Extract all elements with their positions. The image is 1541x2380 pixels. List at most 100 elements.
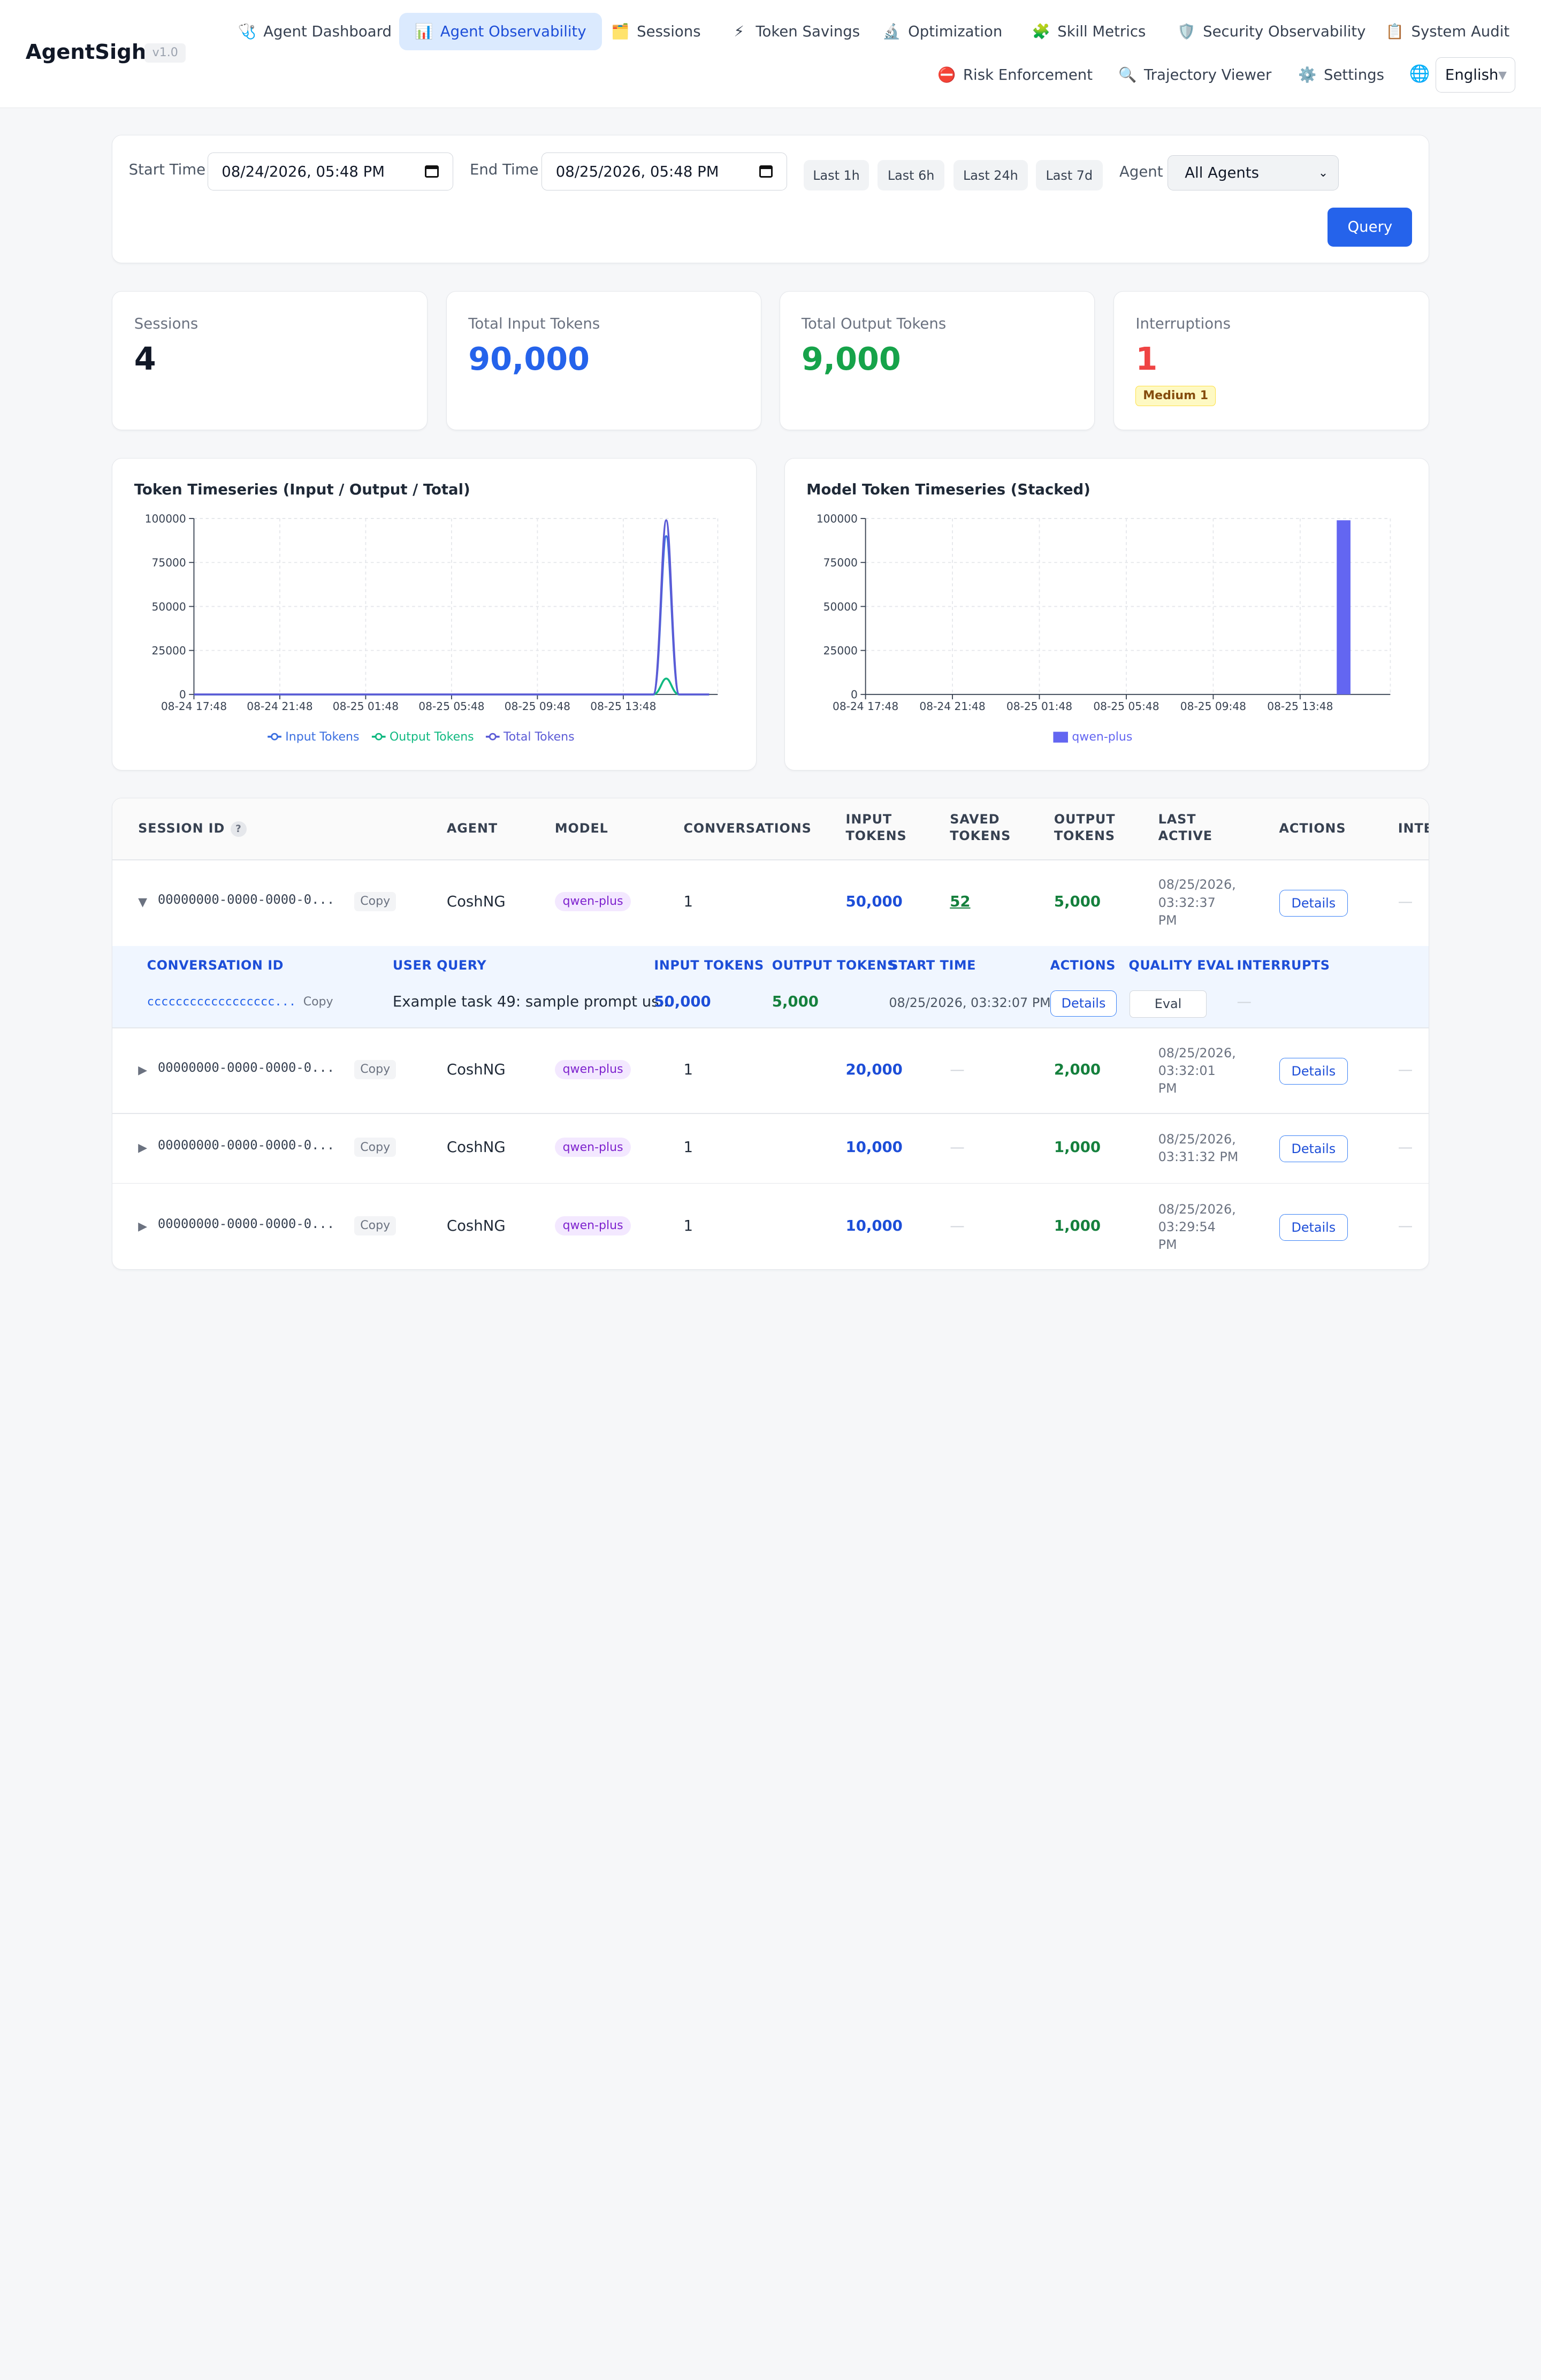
stat-label: Total Output Tokens: [801, 315, 947, 332]
collapse-arrow-icon[interactable]: ▼: [138, 896, 147, 909]
sub-col-start-time: START TIME: [889, 957, 977, 973]
puzzle-icon: 🧩: [1032, 23, 1050, 41]
x-tick-label: 08-25 09:48: [505, 700, 570, 713]
nav-security-observability[interactable]: 🛡️ Security Observability: [1162, 13, 1382, 50]
brand-title: AgentSight: [25, 40, 156, 65]
eval-button[interactable]: Eval: [1130, 990, 1207, 1018]
nav-label: Token Savings: [756, 22, 860, 40]
lightning-icon: ⚡: [734, 22, 744, 40]
stat-value: 9,000: [801, 340, 901, 378]
agent-name: CoshNG: [446, 1217, 506, 1234]
expand-arrow-icon[interactable]: ▶: [138, 1141, 147, 1155]
nav-skill-metrics[interactable]: 🧩 Skill Metrics: [1016, 13, 1162, 50]
col-saved-tokens: SAVED TOKENS: [950, 812, 1011, 844]
calendar-icon[interactable]: [759, 165, 773, 178]
details-button[interactable]: Details: [1279, 890, 1348, 917]
nav-settings[interactable]: ⚙️ Settings: [1283, 56, 1400, 94]
legend-marker: [375, 733, 383, 741]
copy-button[interactable]: Copy: [354, 891, 396, 911]
date-line: 08/25/2026,: [1158, 1045, 1236, 1061]
nav-label: Agent Observability: [440, 22, 586, 40]
calendar-icon[interactable]: [425, 165, 439, 178]
details-button[interactable]: Details: [1279, 1214, 1348, 1241]
stat-value: 1: [1135, 340, 1158, 378]
nav-sessions[interactable]: 🗂️ Sessions: [596, 13, 716, 50]
copy-button[interactable]: Copy: [354, 1216, 396, 1235]
date-line: 08/25/2026,: [1158, 1201, 1236, 1217]
y-tick-label: 50000: [152, 600, 186, 613]
agent-name: CoshNG: [446, 1138, 506, 1156]
conversation-row[interactable]: cccccccccccccccccc... Copy Example task …: [112, 983, 1428, 1023]
sub-col-output-tokens: OUTPUT TOKENS: [772, 957, 897, 973]
interrupts: —: [1398, 1217, 1413, 1234]
table-row[interactable]: ▼ 00000000-0000-0000-0... Copy CoshNG qw…: [112, 860, 1428, 946]
chevron-down-icon: ▼: [1498, 68, 1507, 81]
expand-arrow-icon[interactable]: ▶: [138, 1220, 147, 1233]
help-icon[interactable]: ?: [231, 821, 247, 837]
nav-label: System Audit: [1411, 22, 1510, 40]
sub-col-user-query: USER QUERY: [392, 957, 487, 973]
table-row[interactable]: ▶ 00000000-0000-0000-0... Copy CoshNG qw…: [112, 1184, 1428, 1269]
nav-trajectory-viewer[interactable]: 🔍 Trajectory Viewer: [1103, 56, 1287, 94]
nav-risk-enforcement[interactable]: ⛔ Risk Enforcement: [922, 56, 1109, 94]
last-24h-button[interactable]: Last 24h: [953, 160, 1028, 191]
start-time-input[interactable]: 08/24/2026, 05:48 PM: [207, 152, 453, 191]
sub-col-actions: ACTIONS: [1050, 957, 1116, 973]
query-button[interactable]: Query: [1328, 207, 1413, 247]
conversations-count: 1: [683, 1138, 693, 1156]
nav-label: Risk Enforcement: [963, 66, 1093, 83]
language-select[interactable]: English ▼: [1436, 57, 1516, 93]
stat-card-interruptions: Interruptions 1 Medium 1: [1113, 291, 1429, 431]
details-button[interactable]: Details: [1279, 1058, 1348, 1085]
last-7d-button[interactable]: Last 7d: [1035, 160, 1103, 191]
chevron-down-icon: ⌄: [1318, 166, 1329, 180]
col-agent: AGENT: [446, 820, 498, 836]
conversations-count: 1: [683, 1217, 693, 1234]
conv-details-button[interactable]: Details: [1050, 990, 1117, 1017]
last-active: 08/25/2026, 03:31:32 PM: [1158, 1131, 1239, 1166]
col-label: SESSION ID: [138, 820, 225, 836]
date-line: 08/25/2026,: [1158, 877, 1236, 892]
stat-label: Sessions: [134, 315, 199, 332]
copy-button[interactable]: Copy: [354, 1138, 396, 1157]
copy-button[interactable]: Copy: [297, 992, 339, 1011]
model-pill: qwen-plus: [554, 1216, 631, 1235]
model-timeseries-card: Model Token Timeseries (Stacked) 0 25000 5…: [784, 457, 1429, 771]
stat-card-sessions: Sessions 4: [112, 291, 428, 431]
last-6h-button[interactable]: Last 6h: [878, 160, 945, 191]
legend-label: Input Tokens: [286, 730, 360, 744]
table-row[interactable]: ▶ 00000000-0000-0000-0... Copy CoshNG qw…: [112, 1114, 1428, 1183]
table-row[interactable]: ▶ 00000000-0000-0000-0... Copy CoshNG qw…: [112, 1028, 1428, 1113]
legend-label: Total Tokens: [503, 730, 575, 744]
y-tick-label: 25000: [823, 644, 857, 657]
nav-agent-dashboard[interactable]: 🩺 Agent Dashboard: [222, 13, 407, 50]
language-value: English: [1445, 66, 1499, 83]
saved-tokens: —: [950, 1061, 965, 1078]
stat-label: Total Input Tokens: [468, 315, 600, 332]
nav-agent-observability[interactable]: 📊 Agent Observability: [399, 12, 602, 50]
output-tokens: 1,000: [1054, 1138, 1101, 1156]
model-pill: qwen-plus: [554, 1059, 631, 1079]
expand-arrow-icon[interactable]: ▶: [138, 1064, 147, 1077]
agent-select[interactable]: All Agents ⌄: [1167, 155, 1339, 191]
session-id: 00000000-0000-0000-0...: [157, 1138, 335, 1153]
stat-card-output-tokens: Total Output Tokens 9,000: [779, 291, 1095, 431]
top-header: AgentSight v1.0 🩺 Agent Dashboard 📊 Agen…: [0, 0, 1541, 109]
sub-col-interrupts: INTERRUPTS: [1237, 957, 1330, 973]
input-tokens: 10,000: [845, 1138, 903, 1156]
copy-button[interactable]: Copy: [354, 1059, 396, 1079]
col-output-tokens: OUTPUT TOKENS: [1054, 812, 1116, 844]
saved-tokens[interactable]: 52: [950, 893, 970, 910]
date-line: 03:31:32 PM: [1158, 1149, 1239, 1165]
nav-optimization[interactable]: 🔬 Optimization: [867, 13, 1018, 50]
conversation-id[interactable]: cccccccccccccccccc...: [147, 995, 296, 1009]
output-tokens: 2,000: [1054, 1061, 1101, 1078]
end-time-input[interactable]: 08/25/2026, 05:48 PM: [541, 152, 788, 191]
nav-system-audit[interactable]: 📋 System Audit: [1370, 13, 1525, 50]
output-tokens: 1,000: [1054, 1217, 1101, 1234]
last-1h-button[interactable]: Last 1h: [804, 160, 869, 191]
col-last-active: LAST ACTIVE: [1158, 812, 1213, 844]
nav-token-savings[interactable]: ⚡ Token Savings: [714, 13, 875, 50]
microscope-icon: 🔬: [882, 23, 901, 41]
details-button[interactable]: Details: [1279, 1135, 1348, 1162]
